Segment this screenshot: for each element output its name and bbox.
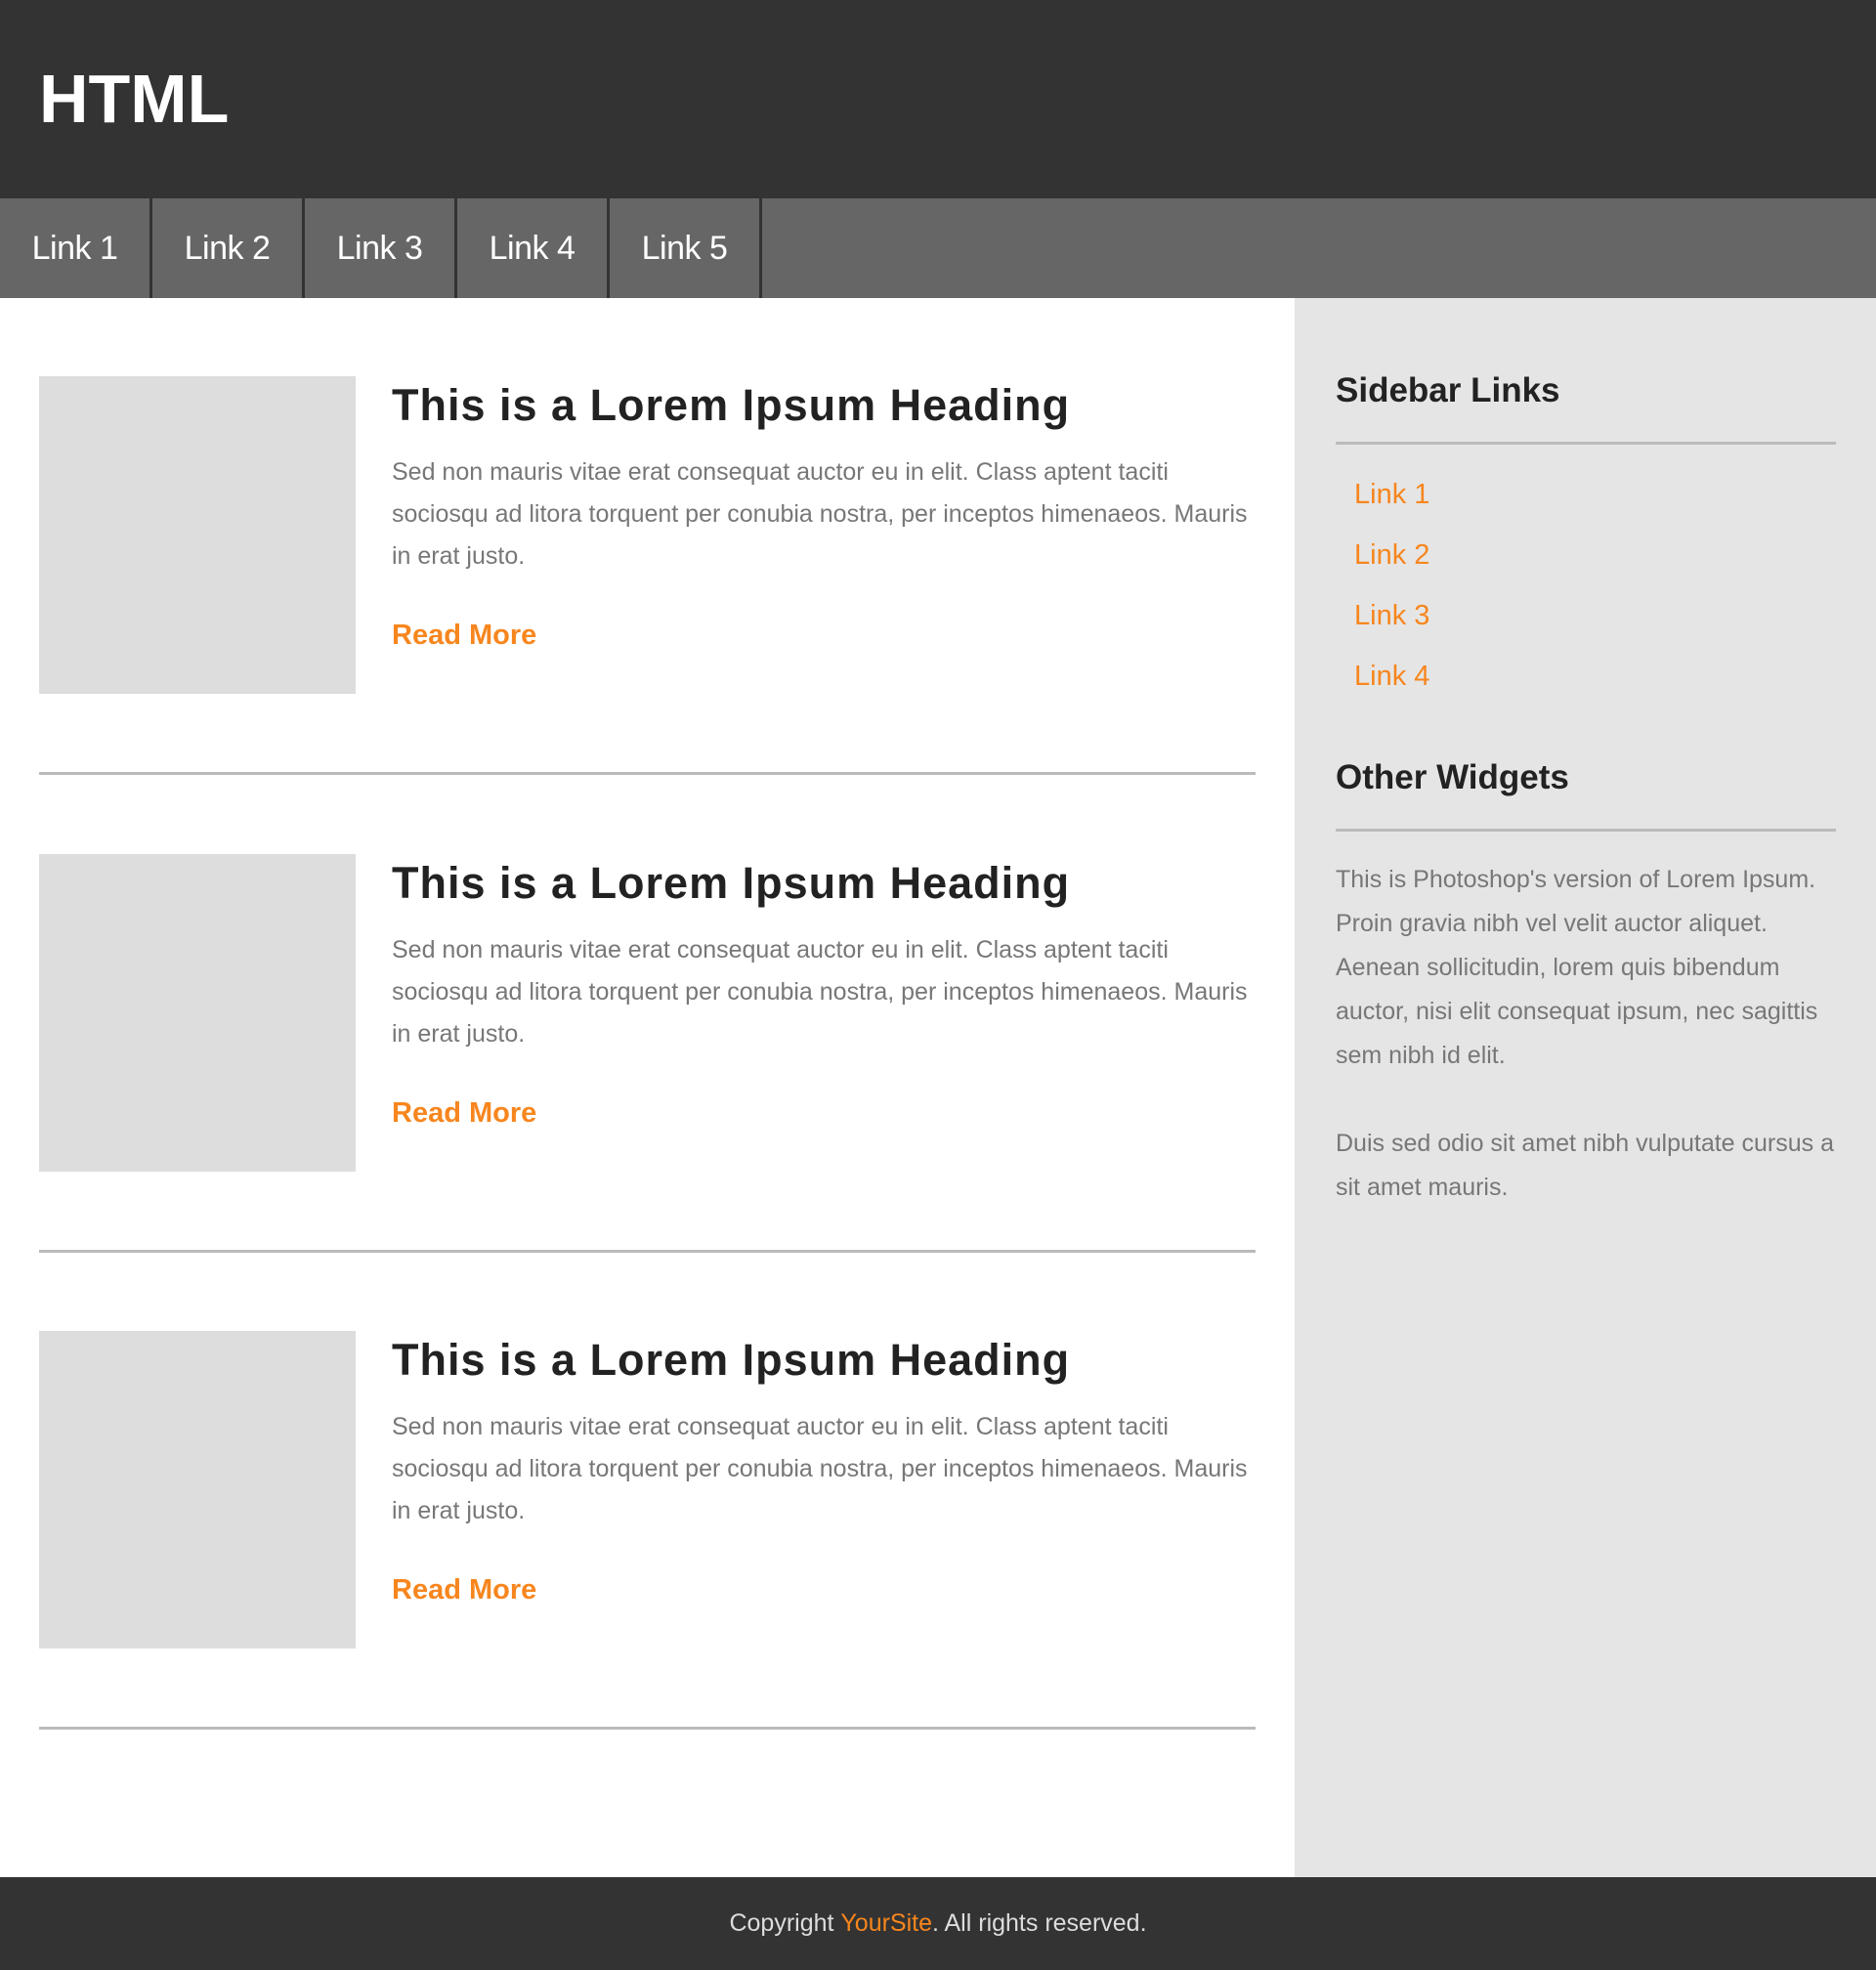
nav-link-2[interactable]: Link 2 [152,198,305,298]
footer-brand-link[interactable]: YourSite [840,1909,932,1938]
sidebar-link-2[interactable]: Link 2 [1354,535,1429,575]
sidebar-link-3[interactable]: Link 3 [1354,596,1429,635]
post-item: This is a Lorem Ipsum Heading Sed non ma… [39,776,1256,1253]
post-thumbnail [39,376,356,694]
site-footer: Copyright YourSite. All rights reserved. [0,1877,1876,1970]
post-title: This is a Lorem Ipsum Heading [392,380,1071,430]
sidebar-links-title: Sidebar Links [1336,371,1560,409]
sidebar: Sidebar Links Link 1 Link 2 Link 3 Link … [1295,298,1876,1877]
nav-link-1[interactable]: Link 1 [0,198,152,298]
post-thumbnail [39,854,356,1172]
main-content: This is a Lorem Ipsum Heading Sed non ma… [0,298,1295,1877]
nav-link-5[interactable]: Link 5 [610,198,762,298]
site-header: HTML [0,0,1876,198]
footer-copyright-prefix: Copyright [729,1909,841,1937]
post-excerpt: Sed non mauris vitae erat consequat auct… [392,458,1248,570]
post-thumbnail [39,1331,356,1649]
divider [1336,829,1836,832]
sidebar-link-1[interactable]: Link 1 [1354,475,1429,514]
post-item: This is a Lorem Ipsum Heading Sed non ma… [39,298,1256,775]
nav-link-4[interactable]: Link 4 [457,198,610,298]
post-title: This is a Lorem Ipsum Heading [392,1335,1071,1385]
widget-paragraph: Duis sed odio sit amet nibh vulputate cu… [1336,1130,1834,1201]
footer-copyright-suffix: . All rights reserved. [932,1909,1147,1937]
other-widgets-title: Other Widgets [1336,758,1569,796]
post-excerpt: Sed non mauris vitae erat consequat auct… [392,936,1248,1048]
sidebar-link-4[interactable]: Link 4 [1354,657,1429,696]
main-nav: Link 1 Link 2 Link 3 Link 4 Link 5 [0,198,1876,298]
post-item: This is a Lorem Ipsum Heading Sed non ma… [39,1253,1256,1730]
read-more-link[interactable]: Read More [392,1093,536,1133]
read-more-link[interactable]: Read More [392,616,536,655]
divider [1336,442,1836,445]
post-excerpt: Sed non mauris vitae erat consequat auct… [392,1413,1248,1524]
nav-link-3[interactable]: Link 3 [305,198,457,298]
read-more-link[interactable]: Read More [392,1570,536,1609]
post-title: This is a Lorem Ipsum Heading [392,858,1071,908]
site-title: HTML [39,61,230,137]
widget-paragraph: This is Photoshop's version of Lorem Ips… [1336,866,1818,1069]
